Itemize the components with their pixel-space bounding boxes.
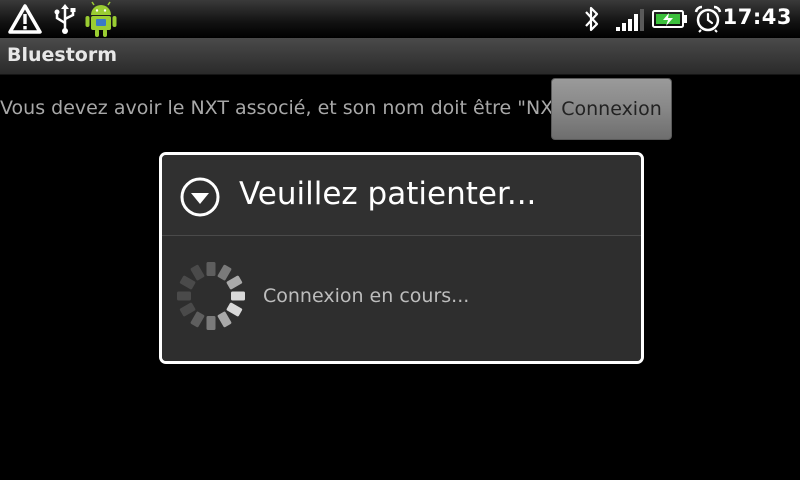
spinner-segment [190, 264, 205, 281]
spinner-icon [174, 259, 248, 333]
dialog-title: Veuillez patienter... [239, 176, 537, 212]
warning-icon [8, 3, 42, 39]
status-bar: 17:43 [0, 0, 800, 38]
chevron-down-circle-icon [180, 177, 220, 217]
progress-dialog: Veuillez patienter... Connexion en cours… [159, 152, 644, 364]
alarm-icon [694, 5, 722, 37]
instructions-text: Vous devez avoir le NXT associé, et son … [0, 97, 574, 119]
bluetooth-icon [582, 4, 602, 38]
spinner-segment [226, 275, 243, 290]
android-icon [84, 0, 118, 42]
dialog-body: Connexion en cours... [162, 236, 641, 361]
app-title: Bluestorm [7, 44, 118, 66]
dialog-message: Connexion en cours... [263, 285, 470, 307]
spinner-segment [217, 264, 232, 281]
spinner-segment [226, 302, 243, 317]
status-time: 17:43 [722, 5, 792, 29]
app-title-bar: Bluestorm [0, 38, 800, 75]
spinner-segment [206, 316, 216, 330]
spinner-segment [231, 291, 245, 301]
connect-button[interactable]: Connexion [551, 78, 672, 140]
battery-icon [652, 9, 688, 33]
signal-icon [616, 8, 646, 36]
dialog-header: Veuillez patienter... [162, 155, 641, 236]
screen: 17:43 Bluestorm Vous devez avoir le NXT … [0, 0, 800, 480]
spinner-segment [179, 275, 196, 290]
spinner-segment [217, 311, 232, 328]
spinner-segment [179, 302, 196, 317]
spinner-segment [177, 291, 191, 301]
spinner-segment [190, 311, 205, 328]
usb-icon [52, 3, 78, 39]
spinner-segment [206, 262, 216, 276]
